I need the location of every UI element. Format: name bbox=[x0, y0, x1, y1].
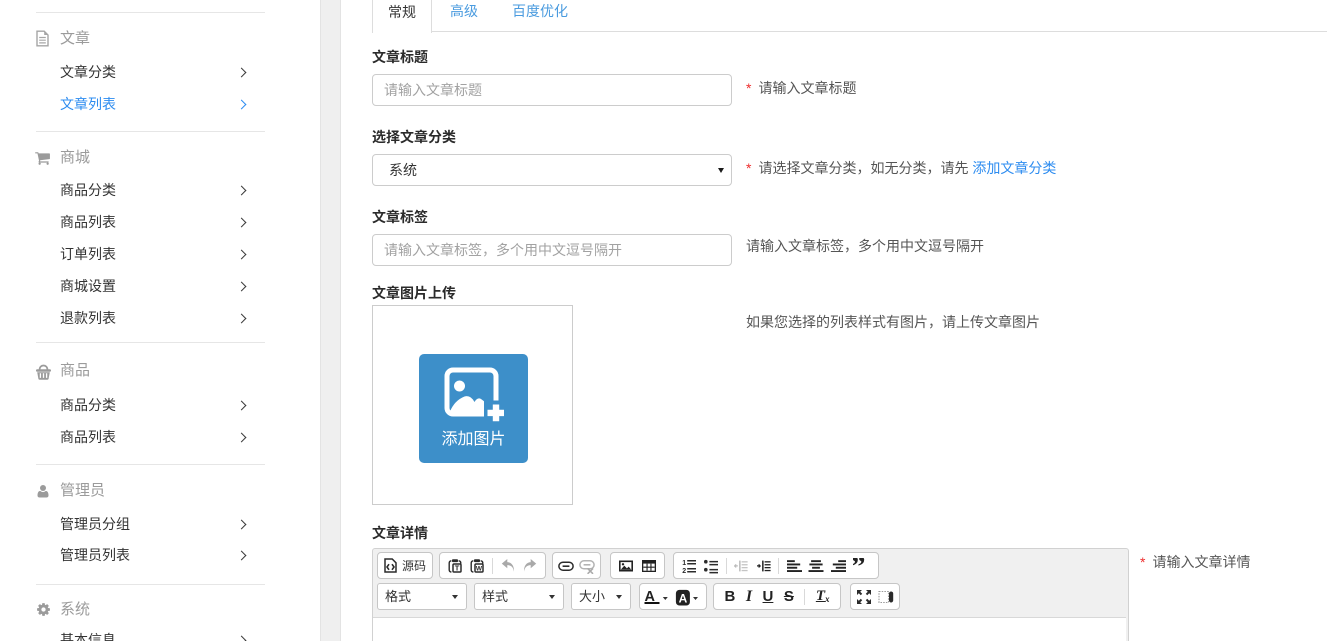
svg-text:1: 1 bbox=[682, 560, 686, 567]
svg-text:A: A bbox=[679, 591, 688, 605]
svg-text:”: ” bbox=[853, 558, 866, 574]
svg-text:T: T bbox=[454, 563, 459, 572]
svg-text:W: W bbox=[476, 565, 483, 572]
svg-text:2: 2 bbox=[682, 568, 686, 574]
